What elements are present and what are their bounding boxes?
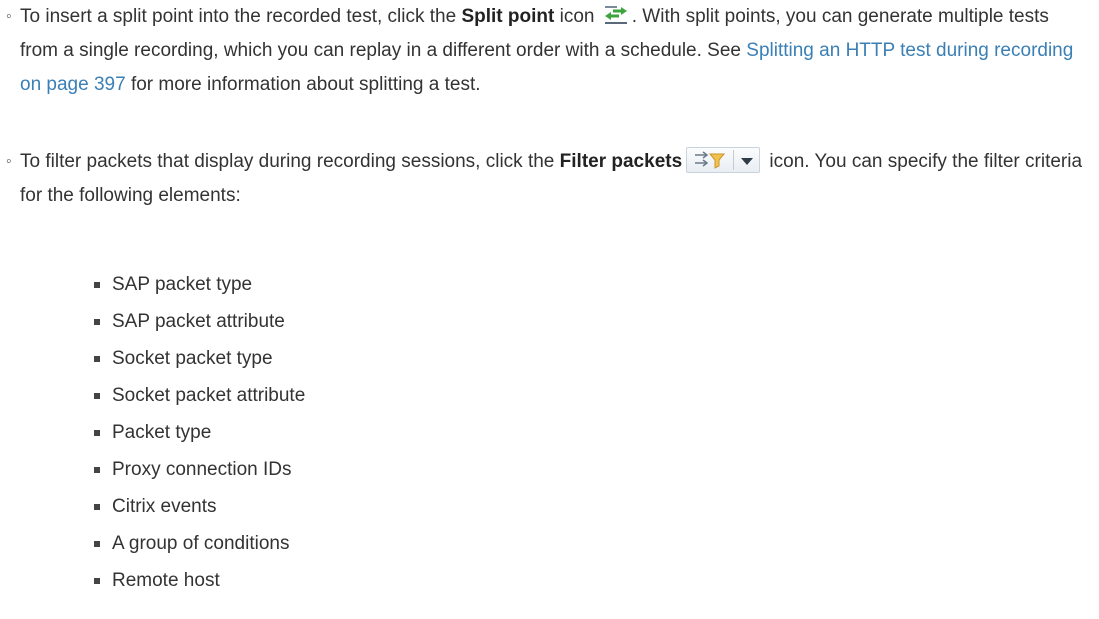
funnel-arrows-icon (695, 151, 726, 169)
list-item: Packet type (94, 414, 305, 451)
split-end-text: for more information about splitting a t… (125, 74, 481, 95)
split-point-paragraph: To insert a split point into the recorde… (20, 0, 1090, 102)
filter-packets-paragraph: To filter packets that display during re… (20, 145, 1090, 213)
list-item: Citrix events (94, 488, 305, 525)
filter-element-label: Citrix events (112, 496, 217, 517)
square-bullet-icon (94, 541, 100, 547)
filter-packets-icon (686, 147, 761, 173)
list-item: Socket packet attribute (94, 377, 305, 414)
square-bullet-icon (94, 430, 100, 436)
list-item-filter-packets: ◦ To filter packets that display during … (0, 145, 1090, 213)
filter-intro-text: To filter packets that display during re… (20, 151, 560, 172)
document-page: ◦ To insert a split point into the recor… (0, 0, 1099, 619)
filter-element-label: Socket packet attribute (112, 385, 306, 406)
square-bullet-icon (94, 356, 100, 362)
hollow-bullet-icon: ◦ (6, 8, 12, 25)
split-intro-text: To insert a split point into the recorde… (20, 6, 462, 27)
list-item: SAP packet type (94, 266, 305, 303)
filter-element-label: Proxy connection IDs (112, 459, 292, 480)
square-bullet-icon (94, 393, 100, 399)
filter-packets-label: Filter packets (559, 151, 683, 172)
filter-element-label: Packet type (112, 422, 212, 443)
filter-element-label: A group of conditions (112, 533, 290, 554)
button-separator (733, 150, 735, 170)
filter-element-label: SAP packet attribute (112, 311, 285, 332)
chevron-down-icon (741, 158, 754, 165)
list-item: Remote host (94, 562, 305, 599)
list-item: Socket packet type (94, 340, 305, 377)
square-bullet-icon (94, 578, 100, 584)
square-bullet-icon (94, 319, 100, 325)
list-item: Proxy connection IDs (94, 451, 305, 488)
split-point-icon (604, 6, 627, 24)
list-item-split-point: ◦ To insert a split point into the recor… (0, 0, 1090, 102)
square-bullet-icon (94, 282, 100, 288)
square-bullet-icon (94, 504, 100, 510)
filter-element-label: SAP packet type (112, 274, 253, 295)
split-point-label: Split point (461, 6, 555, 27)
hollow-bullet-icon: ◦ (6, 153, 12, 170)
list-item: A group of conditions (94, 525, 305, 562)
filter-element-label: Remote host (112, 570, 220, 591)
filter-element-label: Socket packet type (112, 348, 273, 369)
filter-criteria-list: SAP packet type SAP packet attribute Soc… (94, 266, 305, 599)
list-item: SAP packet attribute (94, 303, 305, 340)
split-icon-word: icon (554, 6, 600, 27)
square-bullet-icon (94, 467, 100, 473)
